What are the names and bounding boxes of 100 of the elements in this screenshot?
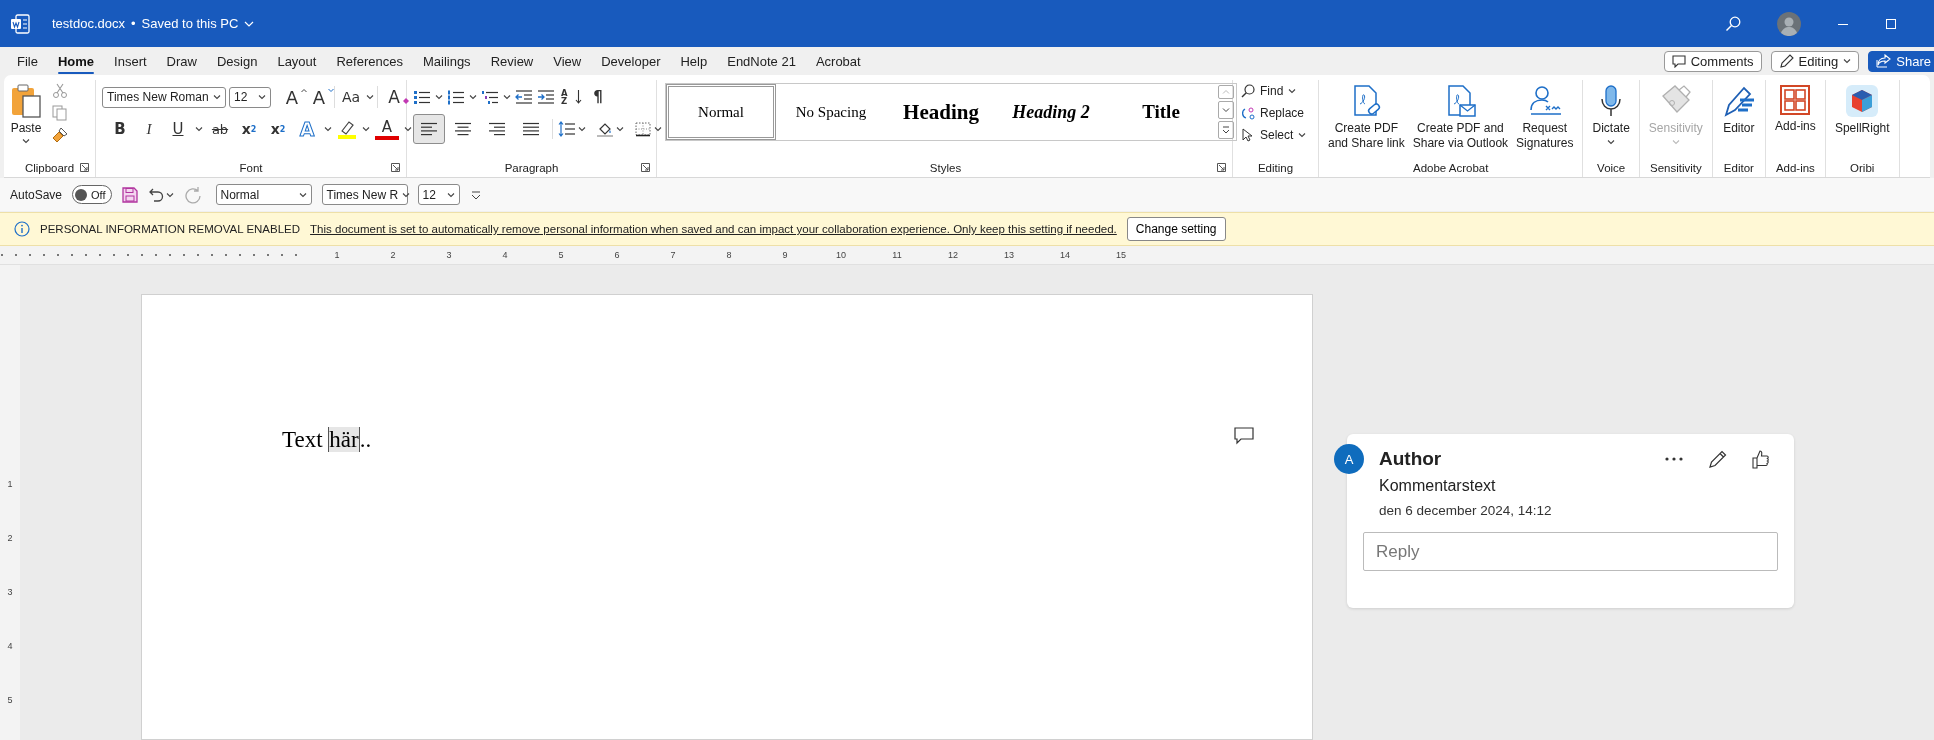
ribbon-tab[interactable]: File	[7, 48, 48, 74]
clear-formatting-button[interactable]: A	[377, 86, 406, 108]
paste-button[interactable]: Paste	[10, 80, 42, 158]
maximize-icon[interactable]	[1885, 17, 1897, 30]
ribbon-tab[interactable]: Review	[480, 48, 544, 74]
decrease-indent-icon[interactable]	[515, 89, 533, 105]
edit-command[interactable]: Replace	[1260, 105, 1305, 120]
change-case-button[interactable]: Aa	[334, 86, 363, 108]
autosave-toggle[interactable]: Off	[72, 185, 112, 204]
ribbon-button[interactable]: Dictate	[1592, 121, 1630, 136]
caret-icon[interactable]	[1288, 87, 1297, 94]
pencil-icon[interactable]	[1708, 449, 1728, 469]
font-name-dropdown[interactable]: Times New Roman	[102, 86, 226, 108]
multilevel-list-icon[interactable]	[481, 89, 499, 105]
avatar-icon[interactable]	[1777, 11, 1801, 36]
share-button[interactable]: Share	[1868, 50, 1934, 72]
caret-icon[interactable]	[1607, 139, 1616, 145]
customize-icon[interactable]	[469, 188, 482, 201]
info-link[interactable]: This document is set to automatically remove personal information when saved and can impact your collaboration experience. Only keep this setting if needed.	[310, 223, 1117, 235]
align-left-icon[interactable]	[413, 114, 445, 144]
ribbon-tab[interactable]: Insert	[104, 48, 157, 74]
font-color-button[interactable]: A	[375, 118, 399, 140]
caret-icon[interactable]	[366, 94, 374, 100]
italic-button[interactable]: I	[137, 118, 161, 140]
edit-command[interactable]: Select	[1260, 127, 1294, 142]
caret-icon[interactable]	[503, 94, 511, 100]
paintbrush-icon[interactable]	[52, 127, 68, 143]
style-dropdown[interactable]: Normal	[215, 184, 312, 205]
launcher-icon[interactable]	[80, 163, 89, 172]
show-marks-button[interactable]: ¶	[586, 86, 610, 108]
ribbon-button[interactable]: Add-ins	[1775, 119, 1816, 134]
save-icon[interactable]	[121, 186, 138, 203]
strikethrough-button[interactable]: ab	[208, 118, 232, 140]
highlighter-icon[interactable]	[337, 119, 357, 139]
search-icon[interactable]	[1725, 15, 1741, 32]
ribbon-tab[interactable]: EndNote 21	[717, 48, 806, 74]
ribbon-button[interactable]: Editor	[1723, 121, 1755, 136]
ribbon-tab[interactable]: References	[326, 48, 413, 74]
editing-button[interactable]: Editing	[1770, 50, 1860, 72]
chevron-icon[interactable]	[213, 94, 221, 100]
chevron-icon[interactable]	[446, 191, 455, 198]
chevron-icon[interactable]	[298, 191, 307, 198]
style-option[interactable]: Heading	[886, 84, 996, 140]
caret-icon[interactable]	[165, 191, 174, 198]
save-status[interactable]: Saved to this PC	[141, 16, 239, 31]
edit-command[interactable]: Find	[1260, 83, 1284, 98]
ribbon-tab[interactable]: View	[543, 48, 592, 74]
style-option[interactable]: Heading 2	[996, 84, 1106, 140]
grow-font-button[interactable]: A	[280, 86, 304, 108]
caret-icon[interactable]	[1298, 131, 1307, 138]
bullet-list-icon[interactable]	[413, 89, 431, 105]
launcher-icon[interactable]	[391, 163, 400, 172]
chevron-icon[interactable]	[1843, 58, 1852, 64]
borders-icon[interactable]	[634, 121, 652, 137]
caret-icon[interactable]	[362, 126, 370, 132]
thumbs-up-icon[interactable]	[1752, 449, 1770, 469]
caret-icon[interactable]	[195, 126, 203, 132]
style-option[interactable]: Normal	[666, 84, 776, 140]
ribbon-tab[interactable]: Home	[47, 48, 105, 74]
text-effects-button[interactable]: A	[295, 118, 319, 140]
line-spacing-icon[interactable]	[558, 121, 576, 137]
shading-icon[interactable]	[596, 121, 614, 137]
comment-icon[interactable]	[1234, 427, 1254, 445]
caret-icon[interactable]	[578, 126, 586, 132]
font-name-dropdown[interactable]: Times New R	[321, 184, 408, 205]
ribbon-button[interactable]: Create PDF and Share via Outlook	[1412, 121, 1509, 151]
font-size-dropdown[interactable]: 12	[229, 86, 271, 108]
ribbon-tab[interactable]: Mailings	[412, 48, 481, 74]
superscript-button[interactable]: x$^{2}$	[266, 118, 290, 140]
chevron-down-icon[interactable]	[244, 20, 255, 27]
bold-button[interactable]: B	[108, 118, 132, 140]
more-icon[interactable]	[1218, 121, 1234, 139]
launcher-icon[interactable]	[641, 163, 650, 172]
caret-icon[interactable]	[404, 126, 412, 132]
font-size-dropdown[interactable]: 12	[417, 184, 460, 205]
caret-icon[interactable]	[469, 94, 477, 100]
ribbon-button[interactable]: SpellRight	[1834, 121, 1890, 136]
ribbon-tab[interactable]: Design	[206, 48, 268, 74]
ribbon-tab[interactable]: Help	[670, 48, 718, 74]
more-options-icon[interactable]	[1664, 456, 1684, 462]
ribbon-tab[interactable]: Draw	[156, 48, 207, 74]
change-setting-button[interactable]: Change setting	[1126, 217, 1226, 241]
ribbon-tab[interactable]: Layout	[267, 48, 327, 74]
ribbon-button[interactable]: Create PDF and Share link	[1328, 121, 1405, 151]
reply-field[interactable]: Reply	[1363, 532, 1778, 571]
numbered-list-icon[interactable]	[447, 89, 465, 105]
caret-icon[interactable]	[654, 126, 662, 132]
ribbon-button[interactable]: Request Signatures	[1516, 121, 1574, 151]
caret-icon[interactable]	[616, 126, 624, 132]
scroll-down-icon[interactable]	[1218, 101, 1234, 119]
launcher-icon[interactable]	[1217, 163, 1226, 172]
shrink-font-button[interactable]: A	[307, 86, 331, 108]
undo-icon[interactable]	[147, 186, 164, 203]
chevron-icon[interactable]	[402, 191, 411, 198]
chevron-icon[interactable]	[22, 138, 30, 144]
ribbon-tab[interactable]: Acrobat	[805, 48, 871, 74]
sort-button[interactable]: AZ	[559, 86, 571, 108]
increase-indent-icon[interactable]	[537, 89, 555, 105]
chevron-icon[interactable]	[258, 94, 266, 100]
style-option[interactable]: No Spacing	[776, 84, 886, 140]
